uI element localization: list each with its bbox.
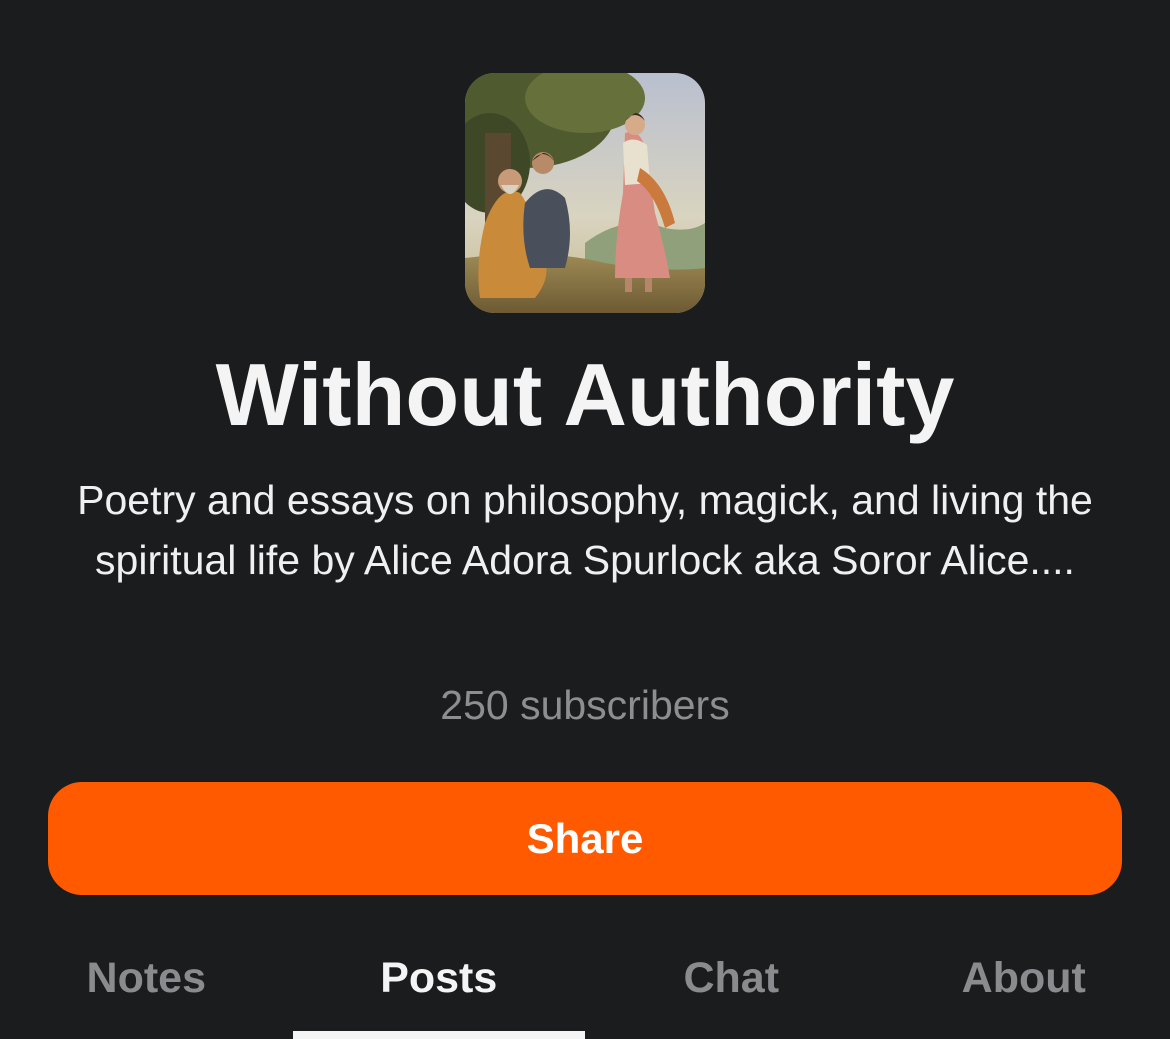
publication-title: Without Authority <box>215 345 955 444</box>
tab-about[interactable]: About <box>878 940 1170 1039</box>
tab-posts[interactable]: Posts <box>292 940 585 1039</box>
tab-notes-label: Notes <box>86 954 206 1002</box>
publication-cover-image[interactable] <box>465 73 705 313</box>
cover-painting <box>465 73 705 313</box>
tab-bar: Notes Posts Chat About <box>0 940 1170 1039</box>
share-button[interactable]: Share <box>48 782 1122 895</box>
subscriber-count[interactable]: 250 subscribers <box>0 678 1170 732</box>
tab-posts-label: Posts <box>380 954 498 1002</box>
tab-chat[interactable]: Chat <box>585 940 878 1039</box>
tab-chat-label: Chat <box>683 954 780 1002</box>
publication-description: Poetry and essays on philosophy, magick,… <box>77 477 1093 583</box>
tab-about-label: About <box>961 954 1086 1002</box>
active-tab-indicator <box>292 1031 585 1039</box>
tab-notes[interactable]: Notes <box>0 940 293 1039</box>
